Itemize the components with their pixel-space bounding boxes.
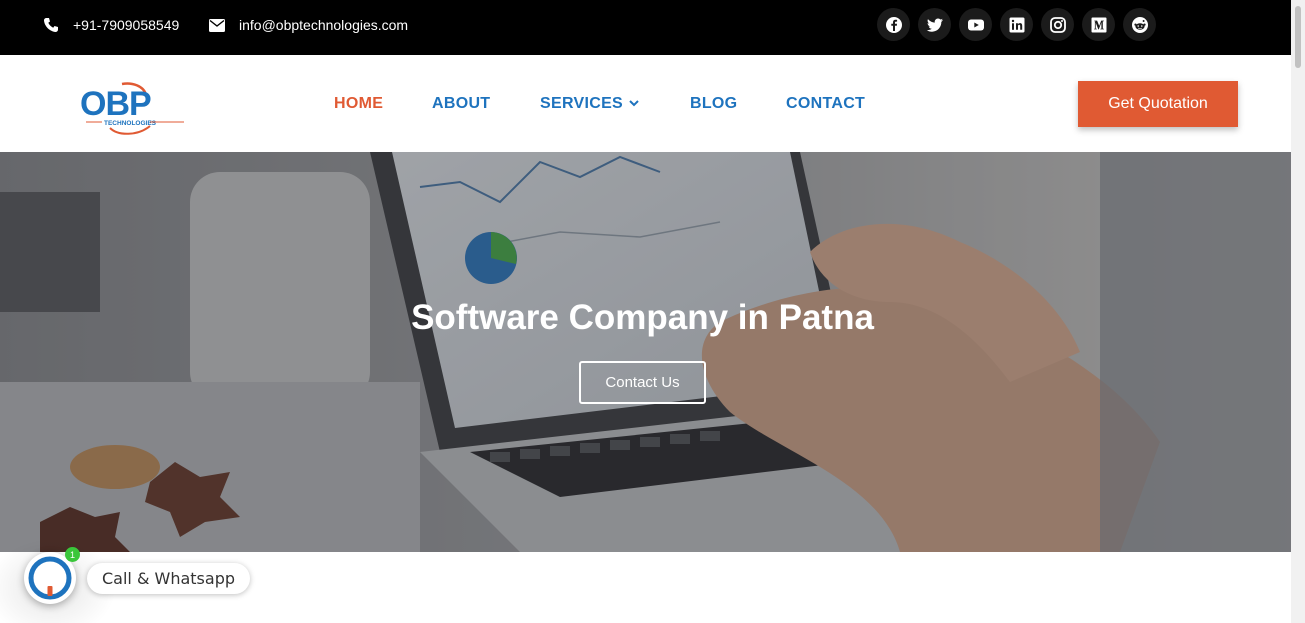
chevron-down-icon [629, 100, 639, 107]
email-address: info@obptechnologies.com [239, 17, 409, 33]
page-scrollbar[interactable] [1291, 0, 1305, 623]
chat-bubble-icon [28, 556, 72, 600]
hero-banner: Software Company in Patna Contact Us [0, 152, 1291, 552]
twitter-link[interactable] [918, 8, 951, 41]
call-whatsapp-label[interactable]: Call & Whatsapp [87, 563, 251, 594]
twitter-icon [926, 18, 943, 32]
nav-about[interactable]: ABOUT [432, 95, 490, 113]
nav-home[interactable]: HOME [334, 95, 383, 113]
top-bar: +91-7909058549 info@obptechnologies.com [0, 0, 1291, 55]
nav-contact[interactable]: CONTACT [786, 95, 865, 113]
instagram-link[interactable] [1041, 8, 1074, 41]
phone-icon [44, 18, 58, 32]
youtube-icon [967, 19, 984, 30]
facebook-link[interactable] [877, 8, 910, 41]
get-quotation-button[interactable]: Get Quotation [1078, 81, 1238, 127]
scrollbar-thumb[interactable] [1295, 6, 1301, 68]
medium-icon [1091, 17, 1106, 32]
linkedin-link[interactable] [1000, 8, 1033, 41]
envelope-icon [209, 18, 225, 32]
phone-number: +91-7909058549 [73, 17, 180, 33]
hero-title: Software Company in Patna [411, 298, 874, 337]
medium-link[interactable] [1082, 8, 1115, 41]
social-links [877, 8, 1164, 41]
email-contact[interactable]: info@obptechnologies.com [209, 0, 408, 50]
contact-us-button[interactable]: Contact Us [579, 361, 706, 404]
youtube-link[interactable] [959, 8, 992, 41]
hero-overlay [0, 152, 1291, 552]
phone-contact[interactable]: +91-7909058549 [43, 0, 179, 50]
nav-services-label: SERVICES [540, 95, 624, 112]
reddit-icon [1131, 16, 1148, 33]
nav-blog[interactable]: BLOG [690, 95, 737, 113]
facebook-icon [885, 16, 902, 33]
linkedin-icon [1009, 17, 1024, 32]
notification-badge: 1 [65, 547, 80, 562]
nav-services[interactable]: SERVICES [540, 95, 639, 113]
reddit-link[interactable] [1123, 8, 1156, 41]
site-header: OBP TECHNOLOGIES HOME ABOUT SERVICES BLO… [0, 55, 1291, 152]
instagram-icon [1049, 16, 1066, 33]
